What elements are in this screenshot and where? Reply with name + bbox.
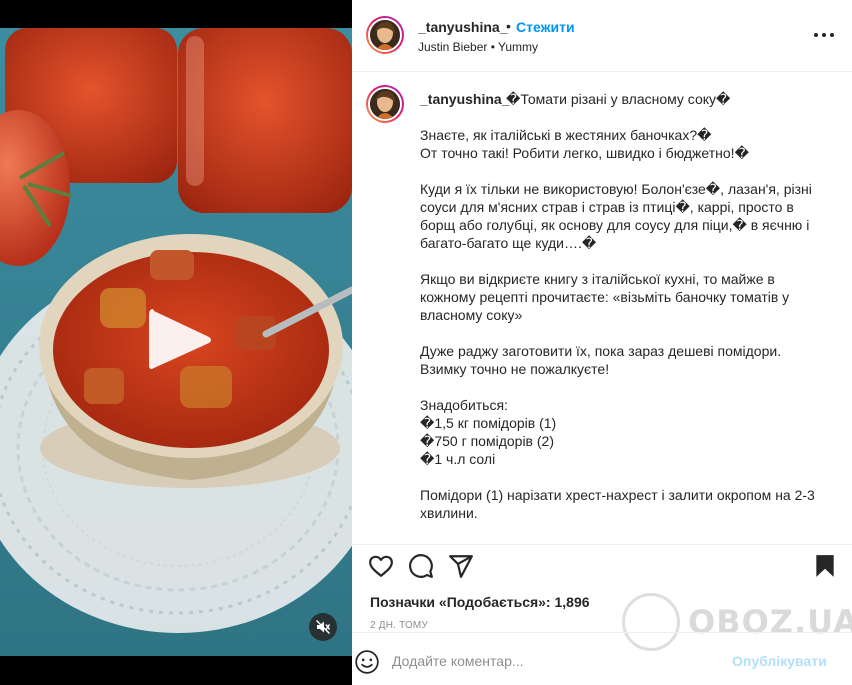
more-horizontal-icon-dot xyxy=(822,33,826,37)
save-button[interactable] xyxy=(812,553,838,579)
send-icon xyxy=(449,555,473,578)
action-bar xyxy=(352,544,852,584)
caption-blank-line xyxy=(420,252,820,270)
play-icon xyxy=(149,309,211,369)
caption-blank-line xyxy=(420,324,820,342)
play-button[interactable] xyxy=(145,305,215,375)
caption-author-avatar-photo xyxy=(368,87,402,121)
caption-line: Знадобиться: xyxy=(420,397,508,413)
heart-icon xyxy=(369,555,393,577)
caption-line: борщ або голубці, як основу для соусу дл… xyxy=(420,217,810,233)
post-media[interactable] xyxy=(0,0,352,685)
caption-line: хвилини. xyxy=(420,505,478,521)
caption-title: �Томати різані у власному соку� xyxy=(506,91,731,107)
more-options-button[interactable] xyxy=(814,27,834,43)
post-details-panel: _tanyushina_ • Стежити Justin Bieber • Y… xyxy=(352,0,852,685)
separator-dot: • xyxy=(506,18,511,34)
caption-line: Якщо ви відкриєте книгу з італійської ку… xyxy=(420,271,775,287)
caption-line: Знаєте, як італійські в жестяних баночка… xyxy=(420,127,712,143)
caption-line: кожному рецепті прочитаєте: «візьміть ба… xyxy=(420,289,790,305)
caption-blank-line xyxy=(420,468,820,486)
caption-line: соуси для м'ясних страв і страв із птиці… xyxy=(420,199,794,215)
caption-line: Помідори (1) нарізати хрест-нахрест і за… xyxy=(420,487,815,503)
caption-blank-line xyxy=(420,378,820,396)
caption-line: �1 ч.л солі xyxy=(420,451,496,467)
comment-icon xyxy=(409,554,433,578)
share-button[interactable] xyxy=(448,553,474,579)
likes-count[interactable]: Позначки «Подобається»: 1,896 xyxy=(370,594,590,610)
caption-line: �1,5 кг помідорів (1) xyxy=(420,415,557,431)
caption-line: От точно такі! Робити легко, швидко і бю… xyxy=(420,145,749,161)
author-avatar[interactable] xyxy=(366,16,404,54)
emoji-smile-icon xyxy=(355,650,379,674)
post-header: _tanyushina_ • Стежити Justin Bieber • Y… xyxy=(352,0,852,72)
author-username[interactable]: _tanyushina_ xyxy=(418,19,507,35)
muted-speaker-icon xyxy=(316,620,330,634)
post-timestamp[interactable]: 2 ДН. ТОМУ xyxy=(370,620,428,631)
publish-comment-button[interactable]: Опублікувати xyxy=(732,653,827,669)
audio-track-link[interactable]: Justin Bieber • Yummy xyxy=(418,40,538,54)
avatar-image xyxy=(370,89,400,119)
caption-line: власному соку» xyxy=(420,307,523,323)
post-caption: _tanyushina_ �Томати різані у власному с… xyxy=(352,72,852,544)
comment-button[interactable] xyxy=(408,553,434,579)
follow-button[interactable]: Стежити xyxy=(516,19,575,35)
emoji-button[interactable] xyxy=(354,649,380,675)
like-button[interactable] xyxy=(368,553,394,579)
likes-number: 1,896 xyxy=(554,594,590,610)
caption-line: Взимку точно не пожалкуєте! xyxy=(420,361,610,377)
caption-username[interactable]: _tanyushina_ xyxy=(420,91,509,107)
likes-label: Позначки «Подобається»: xyxy=(370,594,551,610)
author-avatar-photo xyxy=(368,18,402,52)
caption-line: багато-багато ще куди….� xyxy=(420,235,597,251)
caption-line: Куди я їх тільки не використовую! Болон'… xyxy=(420,181,812,197)
caption-author-avatar[interactable] xyxy=(366,85,404,123)
bookmark-icon xyxy=(816,555,834,577)
avatar-image xyxy=(370,20,400,50)
comment-input[interactable] xyxy=(392,650,722,672)
caption-text: Знаєте, як італійські в жестяних баночка… xyxy=(420,126,820,522)
more-horizontal-icon xyxy=(814,33,818,37)
more-horizontal-icon-dot xyxy=(830,33,834,37)
comment-composer: Опублікувати xyxy=(352,632,852,685)
mute-button[interactable] xyxy=(309,613,337,641)
caption-blank-line xyxy=(420,162,820,180)
caption-line: Дуже раджу заготовити їх, пока зараз деш… xyxy=(420,343,782,359)
caption-line: �750 г помідорів (2) xyxy=(420,433,554,449)
